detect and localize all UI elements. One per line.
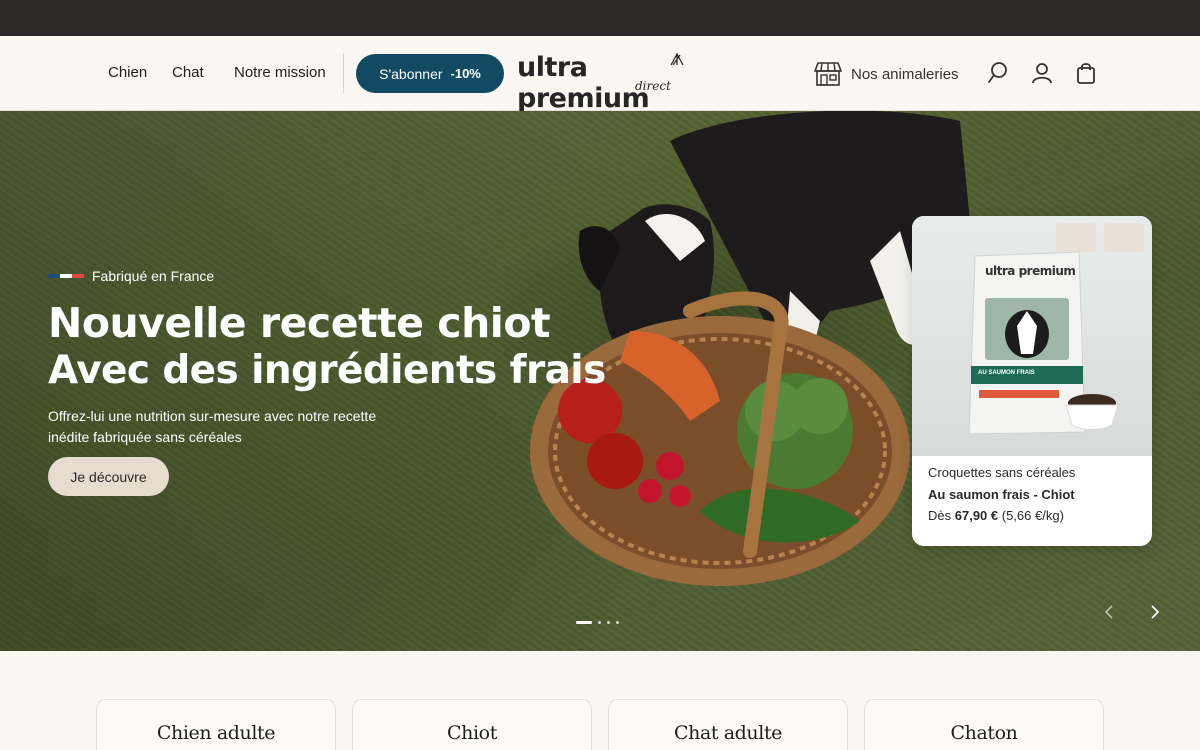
french-flag-icon [48,274,84,278]
top-announcement-bar [0,0,1200,36]
kibble-bowl-image [1065,394,1119,430]
origin-text: Fabriqué en France [92,268,215,284]
vegetable-basket-image [530,291,910,586]
cart-icon[interactable] [1074,61,1098,85]
logo-subtitle: direct [635,79,671,93]
bag-label-text: AU SAUMON FRAIS [978,370,1035,376]
account-icon[interactable] [1030,61,1054,85]
origin-badge: Fabriqué en France [48,268,214,284]
carousel-dots [576,621,619,624]
carousel-next-icon[interactable] [1146,604,1162,620]
hero-description: Offrez-lui une nutrition sur-mesure avec… [48,408,377,445]
nav-divider [343,53,344,93]
category-card-chien-adulte[interactable]: Chien adulte [96,699,336,750]
category-section: Chien adulte Chiot Chat adulte Chaton [0,651,1200,750]
category-label: Chiot [447,722,497,744]
subscribe-button[interactable]: S'abonner -10% [356,54,504,93]
carousel-dot[interactable] [607,621,610,624]
carousel-dot[interactable] [616,621,619,624]
carousel-dot[interactable] [576,621,592,624]
nav-link-notre-mission[interactable]: Notre mission [234,64,326,81]
product-category: Croquettes sans céréales [928,465,1076,480]
product-image: ultra premium AU SAUMON FRAIS [912,216,1152,456]
price-value: 67,90 € [954,508,999,523]
site-logo[interactable]: ultra premium direct [517,52,687,114]
discover-button[interactable]: Je découvre [48,457,169,496]
category-label: Chien adulte [156,722,276,744]
nav-link-chien[interactable]: Chien [108,64,147,81]
product-name[interactable]: Au saumon frais - Chiot [928,487,1075,502]
stores-label: Nos animaleries [851,65,959,83]
category-card-chaton[interactable]: Chaton [864,699,1104,750]
product-card-control[interactable] [1104,223,1144,252]
nav-link-chat[interactable]: Chat [172,64,204,81]
carousel-prev-icon[interactable] [1102,604,1118,620]
site-header: Chien Chat Notre mission S'abonner -10% … [0,36,1200,114]
product-price: Dès 67,90 € (5,66 €/kg) [928,508,1064,523]
store-icon [814,62,842,86]
bag-brand-text: ultra premium [985,264,1076,278]
subscribe-label: S'abonner [379,65,443,82]
subscribe-discount: -10% [450,66,481,81]
carousel-dot[interactable] [598,621,601,624]
category-label: Chaton [950,722,1018,744]
hero-title: Nouvelle recette chiot [48,299,551,347]
category-card-chat-adulte[interactable]: Chat adulte [608,699,848,750]
category-label: Chat adulte [673,722,783,744]
logo-leaf-icon [670,53,684,66]
category-card-chiot[interactable]: Chiot [352,699,592,750]
search-icon[interactable] [986,61,1010,85]
unit-price: (5,66 €/kg) [1001,508,1064,523]
featured-product-card[interactable]: ultra premium AU SAUMON FRAIS Croquettes… [912,216,1152,546]
price-prefix: Dès [928,508,952,523]
hero-subtitle: Avec des ingrédients frais [48,348,606,393]
stores-link[interactable]: Nos animaleries [814,61,959,87]
